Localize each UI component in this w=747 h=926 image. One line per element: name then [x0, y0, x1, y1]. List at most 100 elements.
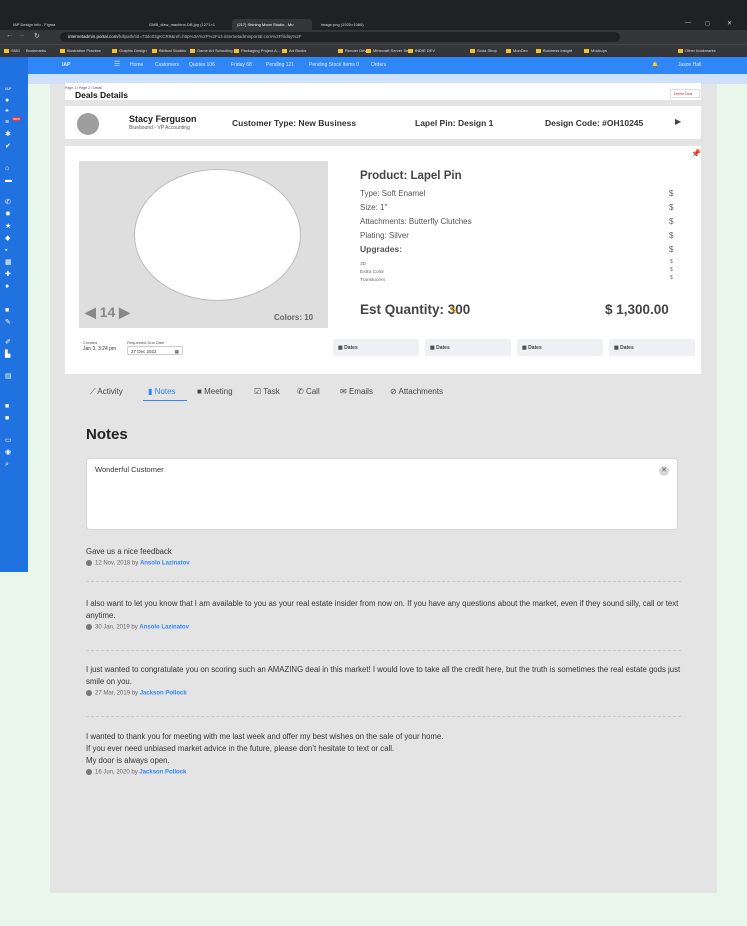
bookmark[interactable]: Business Insight	[536, 48, 572, 53]
bookmark[interactable]: Other bookmarks	[678, 48, 716, 53]
pin-icon[interactable]: ●	[5, 283, 9, 290]
tab-active[interactable]: (217) Shining Moon Studio - Mu	[232, 19, 312, 30]
bar-icon[interactable]: ▤	[5, 373, 12, 380]
user-icon[interactable]: ●	[5, 97, 9, 104]
list-icon[interactable]: ≡	[5, 119, 9, 126]
due-date-input[interactable]: 27 Dec 2022 ▦	[127, 346, 183, 355]
tab-call[interactable]: ✆ Call	[297, 387, 320, 396]
note-text: I wanted to thank you for meeting with m…	[86, 732, 444, 765]
reload-icon[interactable]: ↻	[34, 32, 40, 40]
play-icon[interactable]: ▶	[675, 117, 681, 126]
tab-image-1[interactable]: GMB_claw_machine-DB.jpg (1271×1	[144, 19, 224, 30]
note-input[interactable]: Wonderful Customer ✕	[86, 458, 678, 530]
back-icon[interactable]: ←	[6, 32, 13, 39]
home-icon[interactable]: ⌂	[5, 165, 9, 172]
tab-emails[interactable]: ✉ Emails	[340, 387, 373, 396]
main-content: Page 1 / Page 2 / Detail Deals Details D…	[50, 83, 717, 893]
upgrade-price: $	[670, 275, 673, 281]
dates-button[interactable]: ▦ Dates	[425, 339, 511, 356]
folder-icon[interactable]: ■	[5, 307, 9, 314]
note-author[interactable]: Jackson Pollock	[140, 691, 187, 697]
divider	[86, 650, 681, 651]
bookmark[interactable]: INDIE DEV	[408, 48, 435, 53]
pushpin-icon[interactable]: 📌	[691, 149, 701, 158]
bookmark[interactable]: Soda Shop	[470, 48, 497, 53]
bookmark[interactable]: Biblical Studies	[152, 48, 186, 53]
gear-icon[interactable]: ✹	[5, 211, 11, 218]
customer-type: Customer Type: New Business	[232, 118, 357, 128]
clear-icon[interactable]: ✕	[659, 466, 669, 476]
plus-icon[interactable]: ✚	[5, 271, 11, 278]
tab-activity[interactable]: ⟋ Activity	[90, 387, 123, 397]
bookmark[interactable]: SMG	[4, 48, 20, 53]
tab-image-2[interactable]: image.png (1920×1080)	[316, 19, 396, 30]
note-author[interactable]: Ansolo Lazinatov	[140, 561, 190, 567]
nav-customers[interactable]: Customers	[155, 62, 179, 68]
maximize-icon[interactable]: ◻	[705, 20, 710, 27]
tag-icon[interactable]: ▬	[5, 177, 12, 184]
drop-icon[interactable]: ◆	[5, 235, 10, 242]
bookmark[interactable]: Packaging Project A...	[234, 48, 280, 53]
next-icon[interactable]: ▶	[119, 304, 130, 320]
bookmark[interactable]: Game Art Schooling	[190, 48, 233, 53]
dates-button[interactable]: ▦ Dates	[333, 339, 419, 356]
note-author[interactable]: Jackson Pollock	[139, 770, 186, 776]
chart-icon[interactable]: ▙	[5, 351, 10, 358]
tab-attachments[interactable]: ⊘ Attachments	[390, 387, 443, 396]
edit-icon[interactable]: ✐	[5, 339, 11, 346]
phone-icon: ✆	[297, 387, 304, 396]
tab-meeting[interactable]: ■ Meeting	[197, 387, 233, 396]
nav-pending-stock[interactable]: Pending Stock Items 0	[309, 62, 359, 68]
map-icon[interactable]: ◉	[5, 449, 11, 456]
tab-notes[interactable]: ▮ Notes	[148, 387, 176, 396]
bookmark[interactable]: Illustration Practice	[60, 48, 101, 53]
bookmark[interactable]: Minecraft Server Se...	[366, 48, 412, 53]
url-input[interactable]: internetadmin.portal.com/fullpath/tid=73…	[60, 32, 620, 42]
box-icon[interactable]: ▪	[5, 247, 7, 254]
minimize-icon[interactable]: —	[685, 20, 691, 26]
bell-icon[interactable]: 🔔	[652, 62, 658, 68]
user-menu[interactable]: Jason Hall	[678, 62, 701, 68]
bookmark[interactable]: Mockups	[584, 48, 607, 53]
menu-icon[interactable]: ☰	[114, 60, 120, 68]
bookmark[interactable]: Render Dev	[338, 48, 366, 53]
activity-icon: ⟋	[90, 387, 96, 396]
prev-icon[interactable]: ◀	[85, 304, 96, 320]
delete-deal-button[interactable]: Delete Deal	[670, 89, 700, 98]
avatar	[77, 113, 99, 135]
close-window-icon[interactable]: ✕	[727, 20, 732, 27]
calendar-icon: ▦	[174, 349, 179, 354]
check-icon[interactable]: ✔	[5, 143, 11, 150]
pen-icon[interactable]: ✎	[5, 319, 11, 326]
tab-figma[interactable]: IAP Design Info - Figma	[8, 19, 58, 30]
dates-button[interactable]: ▦ Dates	[609, 339, 695, 356]
square-icon[interactable]: ■	[5, 415, 9, 422]
note-meta: 27 Mar, 2019 by Jackson Pollock	[86, 690, 686, 697]
nav-pending[interactable]: Pending 121	[266, 62, 294, 68]
product-card: 📌 ◀ 14 ▶ Colors: 10 Product: Lapel Pin T…	[65, 146, 701, 374]
note-author[interactable]: Ansolo Lazinatov	[139, 625, 189, 631]
nav-friday[interactable]: Friday 68	[231, 62, 252, 68]
badge: NEW	[12, 117, 21, 121]
bookmark[interactable]: Art Books	[282, 48, 306, 53]
nav-home[interactable]: Home	[130, 62, 143, 68]
square-icon[interactable]: ■	[5, 403, 9, 410]
bookmark[interactable]: Graphic Design	[112, 48, 147, 53]
nav-quotes[interactable]: Quotes 106	[189, 62, 215, 68]
divider	[86, 716, 681, 717]
nav-orders[interactable]: Orders	[371, 62, 386, 68]
bookmark[interactable]: MonDev	[506, 48, 528, 53]
pencil-icon[interactable]: ✎	[449, 304, 458, 317]
phone-icon[interactable]: ✆	[5, 199, 11, 206]
dates-button[interactable]: ▦ Dates	[517, 339, 603, 356]
image-count: 14	[99, 304, 116, 320]
search-icon[interactable]: ⌕	[5, 461, 9, 468]
bookmark[interactable]: Bookmarks	[26, 48, 46, 53]
users-icon[interactable]: ✱	[5, 131, 11, 138]
forward-icon[interactable]: →	[18, 32, 25, 39]
tab-task[interactable]: ☑ Task	[254, 387, 280, 396]
grid-icon[interactable]: ▦	[5, 259, 12, 266]
chat-icon[interactable]: ▭	[5, 437, 12, 444]
star-icon[interactable]: ★	[5, 223, 11, 230]
quote-icon[interactable]: ❝	[5, 109, 9, 116]
